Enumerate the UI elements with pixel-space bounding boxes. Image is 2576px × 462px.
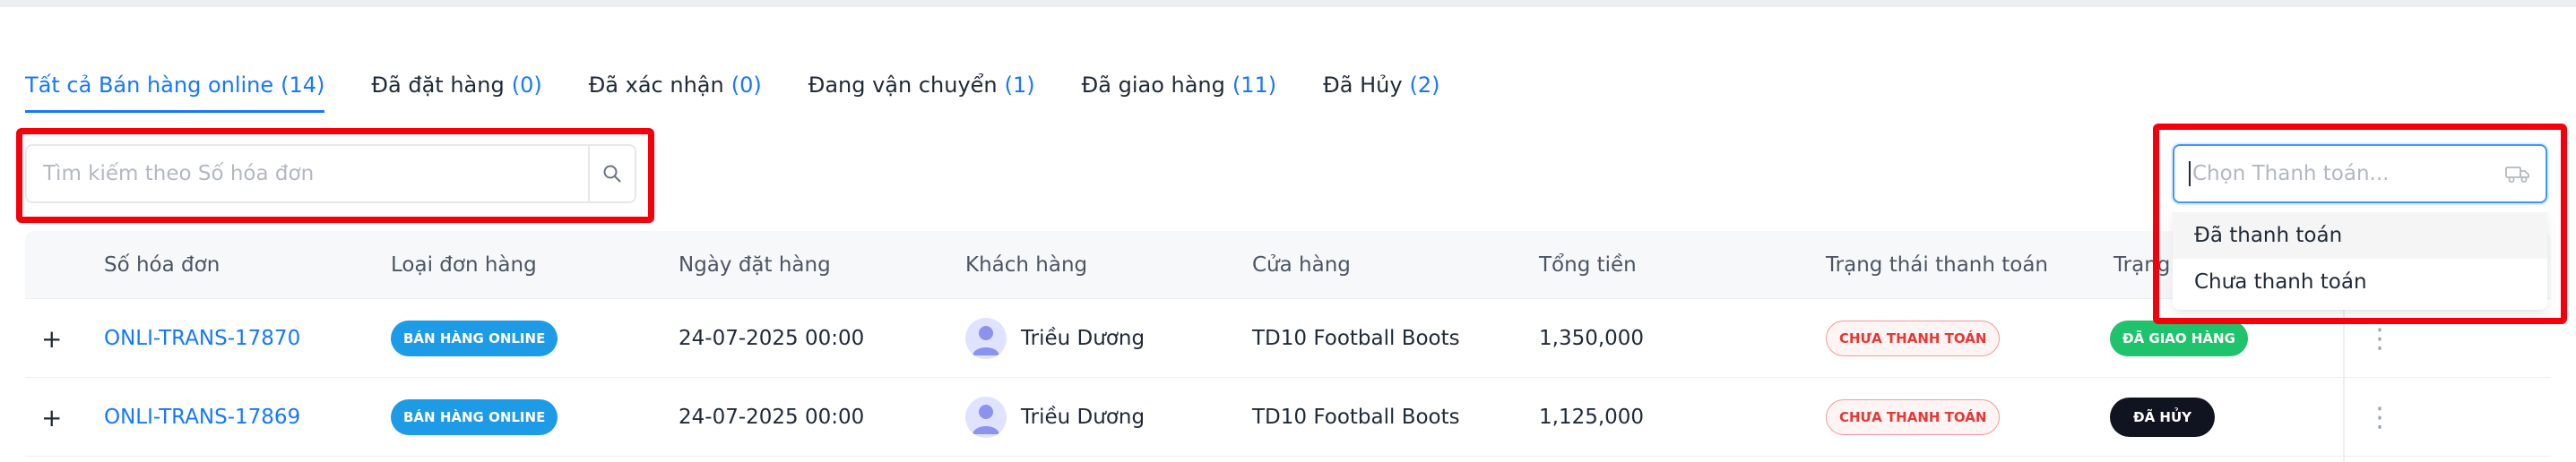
order-total: 1,125,000 [1539,406,1645,429]
order-status-badge: ĐÃ HỦY [2110,398,2215,437]
truck-icon [2505,167,2529,183]
tab-count: (1) [1004,73,1035,98]
expand-row-button[interactable]: + [41,299,62,378]
more-actions-icon[interactable]: ⋮ [2366,299,2393,378]
column-header-order-date: Ngày đặt hàng [679,253,831,277]
payment-status-select[interactable] [2173,144,2547,203]
table-row: + ONLI-TRANS-17870 BÁN HÀNG ONLINE 24-07… [25,299,2551,378]
option-unpaid[interactable]: Chưa thanh toán [2173,259,2547,305]
tab-label: Đã giao hàng [1081,73,1225,98]
tab-confirmed[interactable]: Đã xác nhận (0) [589,57,762,113]
tab-all-online-sales[interactable]: Tất cả Bán hàng online (14) [25,57,325,113]
search-icon [603,165,621,183]
tab-count: (11) [1232,73,1277,98]
order-total: 1,350,000 [1539,327,1645,350]
column-header-order-type: Loại đơn hàng [391,253,537,277]
actions-column-divider [2343,299,2345,462]
store-name: TD10 Football Boots [1252,327,1460,350]
order-type-badge: BÁN HÀNG ONLINE [391,399,558,435]
expand-row-button[interactable]: + [41,378,62,457]
payment-status-badge: CHƯA THANH TOÁN [1826,321,2001,356]
invoice-link[interactable]: ONLI-TRANS-17870 [104,327,300,350]
customer-name: Triều Dương [1021,406,1145,429]
table-row: + ONLI-TRANS-17869 BÁN HÀNG ONLINE 24-07… [25,378,2551,457]
payment-status-dropdown: Đã thanh toán Chưa thanh toán [2173,208,2547,310]
column-header-payment-status: Trạng thái thanh toán [1826,253,2049,277]
column-header-customer: Khách hàng [965,253,1088,277]
text-cursor [2189,161,2191,186]
tab-count: (2) [1409,73,1440,98]
search-button[interactable] [588,146,635,201]
tab-ordered[interactable]: Đã đặt hàng (0) [371,57,541,113]
tab-label: Đang vận chuyển [808,73,998,98]
option-paid[interactable]: Đã thanh toán [2173,212,2547,259]
tab-shipping[interactable]: Đang vận chuyển (1) [808,57,1035,113]
more-actions-icon[interactable]: ⋮ [2366,378,2393,457]
tab-cancelled[interactable]: Đã Hủy (2) [1323,57,1439,113]
invoice-link[interactable]: ONLI-TRANS-17869 [104,406,300,429]
column-header-store: Cửa hàng [1252,253,1351,277]
status-tabs: Tất cả Bán hàng online (14) Đã đặt hàng … [25,57,1440,113]
tab-count: (14) [281,73,325,98]
payment-status-badge: CHƯA THANH TOÁN [1826,399,2001,435]
store-name: TD10 Football Boots [1252,406,1460,429]
tab-delivered[interactable]: Đã giao hàng (11) [1082,57,1276,113]
customer-name: Triều Dương [1021,327,1145,350]
customer-avatar [965,318,1007,359]
search-input[interactable] [27,146,588,201]
order-date: 24-07-2025 00:00 [679,327,865,350]
order-type-badge: BÁN HÀNG ONLINE [391,321,558,356]
customer-avatar [965,397,1007,438]
column-header-status: Trạng [2114,253,2171,277]
tab-label: Đã xác nhận [588,73,724,98]
tab-label: Tất cả Bán hàng online [25,73,274,98]
tab-label: Đã đặt hàng [371,73,505,98]
order-status-badge: ĐÃ GIAO HÀNG [2110,321,2248,356]
user-avatar-icon [972,405,999,434]
invoice-search [25,144,636,203]
payment-select-input[interactable] [2192,162,2504,185]
tab-label: Đã Hủy [1323,73,1403,98]
column-header-invoice: Số hóa đơn [104,253,220,277]
user-avatar-icon [972,326,999,355]
tab-count: (0) [511,73,542,98]
tab-count: (0) [730,73,762,98]
order-date: 24-07-2025 00:00 [679,406,865,429]
top-bar [0,0,2576,7]
column-header-total: Tổng tiền [1539,253,1637,277]
